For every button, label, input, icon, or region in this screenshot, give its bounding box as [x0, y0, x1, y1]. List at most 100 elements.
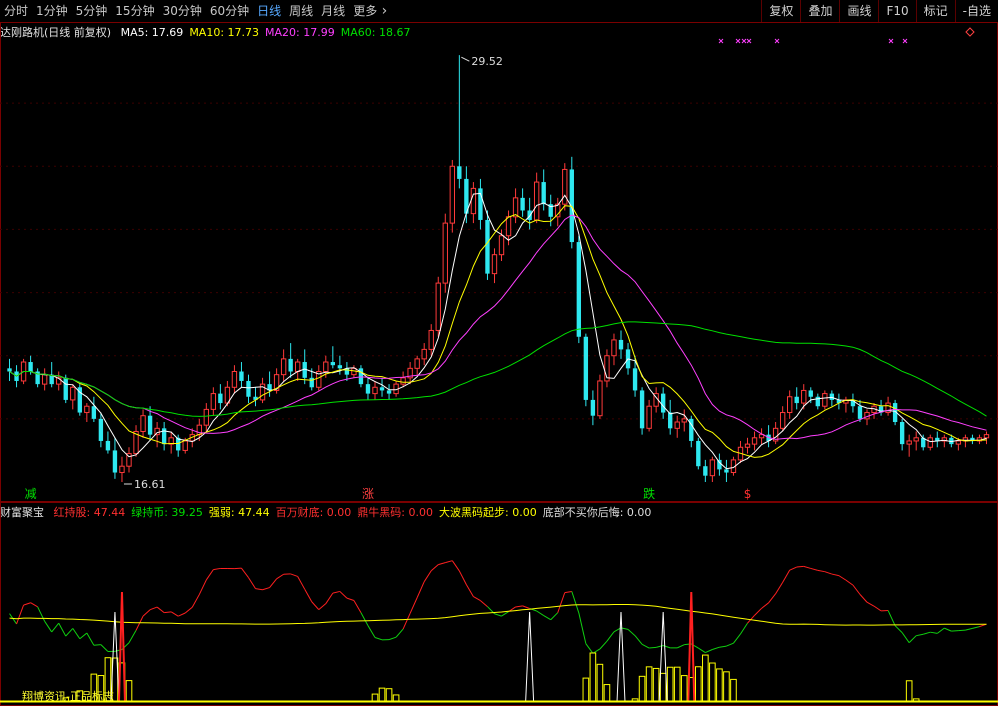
candle	[717, 453, 722, 476]
oscillator-segment	[388, 636, 397, 641]
oscillator-segment	[944, 627, 952, 632]
candle	[421, 343, 427, 366]
candle	[478, 178, 483, 230]
candle	[604, 349, 610, 388]
toolbar-button-2[interactable]: 画线	[839, 0, 878, 22]
histogram-bar	[589, 652, 597, 703]
oscillator-segment	[698, 647, 706, 653]
oscillator-segment	[409, 597, 418, 614]
oscillator-segment	[838, 575, 847, 581]
timeframe-tab-5[interactable]: 60分钟	[206, 0, 253, 22]
candle	[779, 406, 786, 432]
oscillator-segment	[191, 594, 200, 608]
timeframe-tab-2[interactable]: 5分钟	[72, 0, 112, 22]
candle	[639, 387, 645, 435]
oscillator-segment	[719, 645, 727, 648]
candle	[470, 182, 477, 224]
oscillator-segment	[72, 628, 81, 640]
oscillator-segment	[58, 622, 67, 637]
toolbar-button-0[interactable]: 复权	[761, 0, 800, 22]
timeframe-tab-0[interactable]: 分时	[0, 0, 32, 22]
red-spike	[687, 591, 696, 703]
candle	[794, 387, 799, 410]
candlestick-chart[interactable]: 29.52 16.61 减 涨 跌 $	[0, 22, 998, 502]
timeframe-tab-8[interactable]: 月线	[317, 0, 349, 22]
oscillator-segment	[733, 633, 741, 644]
candle	[330, 346, 336, 369]
candle	[512, 188, 519, 224]
white-spike	[616, 611, 626, 703]
oscillator-segment	[149, 606, 158, 611]
timeframe-tab-1[interactable]: 1分钟	[32, 0, 72, 22]
signal-marker-1: 涨	[362, 486, 374, 501]
timeframe-tab-6[interactable]: 日线	[253, 0, 285, 22]
candle	[386, 384, 392, 400]
oscillator-segment	[205, 569, 214, 581]
ma-line-2	[9, 214, 987, 440]
oscillator-segment	[473, 596, 481, 602]
candle	[751, 431, 758, 451]
candle	[365, 377, 371, 400]
marker-cross-icon	[735, 38, 741, 44]
toolbar-button-1[interactable]: 叠加	[800, 0, 839, 22]
oscillator-segment	[430, 564, 439, 572]
more-label: 更多	[353, 4, 378, 18]
candle	[787, 390, 793, 419]
oscillator-segment	[782, 569, 791, 583]
candle	[224, 380, 231, 407]
oscillator-segment	[873, 605, 882, 612]
candle	[850, 393, 856, 413]
oscillator-segment	[416, 581, 425, 598]
timeframe-tab-3[interactable]: 15分钟	[111, 0, 158, 22]
indicator-chart[interactable]	[0, 502, 998, 706]
oscillator-segment	[578, 612, 587, 644]
candle	[407, 362, 413, 385]
more-button[interactable]: 更多 ›	[349, 0, 391, 22]
toolbar-button-5[interactable]: -自选	[954, 0, 998, 22]
histogram-bar	[905, 680, 913, 703]
oscillator-segment	[177, 612, 186, 617]
oscillator-segment	[51, 622, 60, 633]
oscillator-segment	[480, 600, 488, 607]
toolbar-right-buttons: 复权 叠加 画线 F10 标记 -自选	[761, 0, 998, 22]
candle	[533, 172, 540, 224]
candle	[246, 374, 251, 404]
toolbar-button-3[interactable]: F10	[878, 0, 915, 22]
candle	[119, 456, 125, 482]
oscillator-segment	[634, 635, 643, 645]
oscillator-segment	[395, 628, 404, 638]
candle	[843, 396, 849, 413]
oscillator-segment	[360, 612, 369, 626]
oscillator-segment	[374, 637, 383, 641]
candle	[442, 213, 448, 293]
timeframe-tab-7[interactable]: 周线	[285, 0, 317, 22]
candle	[878, 399, 884, 416]
toolbar-button-4[interactable]: 标记	[915, 0, 955, 22]
candle	[98, 412, 104, 448]
candle	[35, 368, 40, 388]
oscillator-segment	[290, 573, 298, 577]
oscillator-segment	[712, 646, 720, 650]
candle	[520, 188, 525, 217]
oscillator-segment	[325, 592, 334, 604]
oscillator-segment	[649, 646, 657, 649]
timeframe-tab-4[interactable]: 30分钟	[159, 0, 206, 22]
oscillator-segment	[923, 631, 931, 635]
oscillator-segment	[79, 632, 88, 640]
oscillator-segment	[445, 560, 453, 564]
signal-marker-0: 减	[25, 487, 37, 501]
oscillator-segment	[304, 588, 313, 602]
oscillator-segment	[754, 607, 762, 616]
marker-cross-icon	[718, 38, 724, 44]
oscillator-segment	[255, 588, 263, 591]
high-price-label: 29.52	[471, 55, 503, 68]
candle	[815, 393, 820, 410]
candle	[280, 349, 287, 381]
oscillator-segment	[557, 592, 566, 613]
candle	[372, 380, 378, 400]
oscillator-segment	[627, 629, 636, 637]
oscillator-segment	[761, 602, 769, 609]
ma-line-0	[9, 192, 987, 470]
copyright-label: 翔博资讯-正品标志	[22, 690, 114, 703]
histogram-bar	[652, 667, 660, 703]
